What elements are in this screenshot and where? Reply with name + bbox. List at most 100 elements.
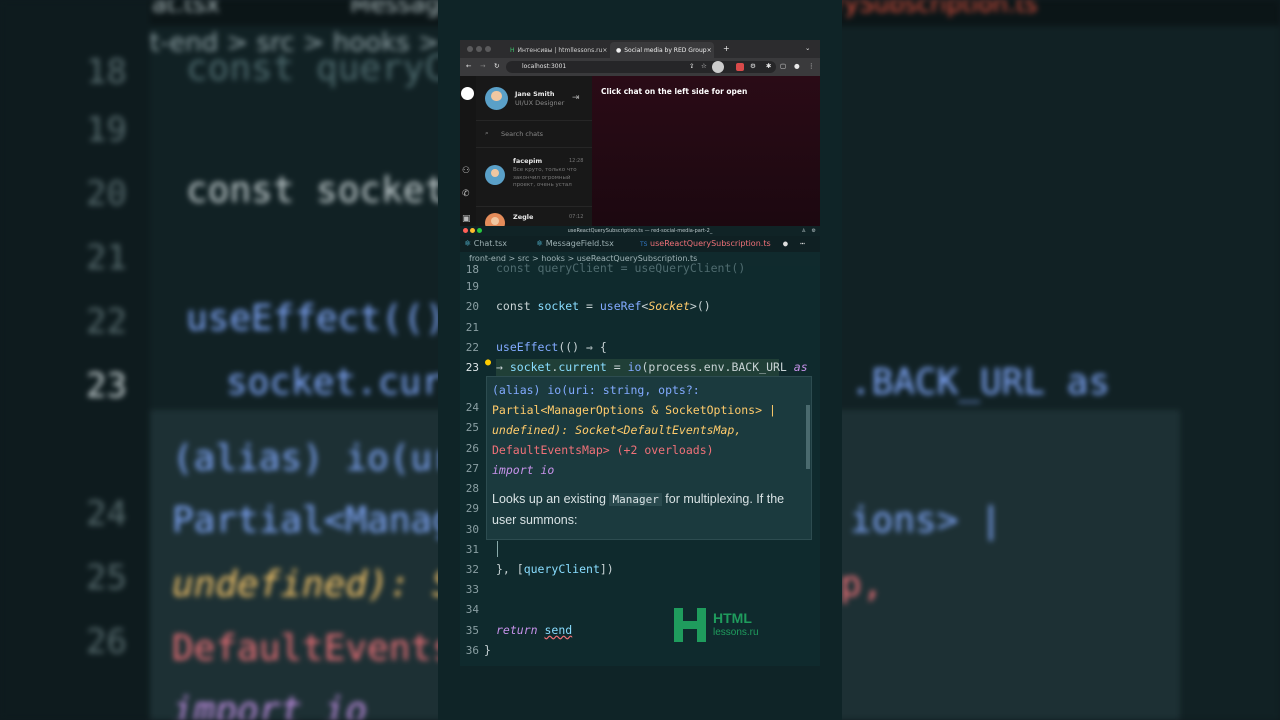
tab-usereactquerysubscription-ts[interactable]: TS useReactQuerySubscription.ts	[640, 236, 771, 252]
window-zoom-dot[interactable]	[485, 46, 491, 52]
bg-code-line: useEffect(()	[186, 298, 447, 339]
line-number: 22	[465, 341, 479, 354]
bg-line-number: 19	[86, 110, 127, 150]
code-line: const queryClient = useQueryClient()	[496, 261, 746, 275]
window-zoom-dot[interactable]	[477, 228, 482, 233]
chevron-down-icon[interactable]: ⌄	[805, 44, 810, 52]
bg-code-line: (alias) io(uri	[172, 438, 476, 479]
line-number: 32	[465, 563, 479, 576]
reload-icon[interactable]: ↻	[494, 62, 499, 70]
code-line: }, [queryClient])	[496, 562, 614, 576]
phone-icon[interactable]: ✆	[462, 189, 470, 199]
doc-code: Manager	[609, 493, 662, 506]
browser-tab-active[interactable]: ● Social media by RED Group ×	[610, 42, 714, 58]
share-icon[interactable]: ⇪	[689, 62, 694, 70]
text-cursor	[497, 541, 498, 557]
browser-tab[interactable]: H Интенсивы | htmllessons.ru ×	[504, 42, 608, 58]
bg-line-number: 20	[86, 174, 127, 214]
bg-code-line: DefaultEventsM	[172, 628, 476, 669]
htmllessons-watermark: HTML lessons.ru	[674, 608, 774, 644]
browser-tab-bar: H Интенсивы | htmllessons.ru × ● Social …	[460, 40, 820, 58]
more-menu-icon[interactable]: ⋮	[808, 62, 815, 70]
tab-label: Chat.tsx	[473, 239, 507, 248]
chat-icon[interactable]: ▣	[462, 214, 471, 224]
hover-signature-line: (alias) io(uri: string, opts?:	[492, 383, 700, 397]
extension-icon[interactable]: ⚙	[750, 62, 756, 70]
chat-time: 07:12	[569, 214, 584, 220]
chat-name: Zegle	[513, 213, 534, 221]
window-minimize-dot[interactable]	[476, 46, 482, 52]
hover-scrollbar[interactable]	[806, 405, 810, 469]
user-name: Jane Smith	[515, 90, 555, 98]
star-icon[interactable]: ☆	[701, 62, 707, 70]
back-arrow-icon[interactable]: ←	[466, 62, 471, 70]
chat-preview: Все круто, только что закончил огромный …	[513, 167, 577, 188]
search-chats-field[interactable]: ⌕ Search chats	[476, 120, 592, 148]
empty-chat-message: Click chat on the left side for open	[601, 87, 748, 96]
avatar[interactable]	[485, 87, 508, 110]
tab-messagefield-tsx[interactable]: ⚛ MessageField.tsx	[536, 236, 614, 252]
browser-tab-label: Social media by RED Group	[624, 46, 707, 54]
hover-tooltip: (alias) io(uri: string, opts?: Partial<M…	[486, 376, 812, 540]
window-close-dot[interactable]	[467, 46, 473, 52]
unsaved-dot-icon: ●	[783, 239, 788, 248]
browser-window: H Интенсивы | htmllessons.ru × ● Social …	[460, 40, 820, 226]
more-actions-icon[interactable]: ⋯	[800, 236, 805, 252]
new-tab-button[interactable]: +	[723, 44, 730, 53]
htmllessons-logo-icon	[674, 608, 708, 642]
line-number: 26	[465, 442, 479, 455]
close-tab-icon[interactable]: ×	[707, 47, 712, 54]
line-number: 20	[465, 300, 479, 313]
react-icon: ⚛	[464, 239, 472, 248]
bg-tab-3: erySubscription.ts	[820, 0, 1038, 18]
bg-code-line: Partial<Manage	[172, 500, 476, 541]
editor-title-bar: useReactQuerySubscription.ts — red-socia…	[460, 226, 820, 236]
tab-label: MessageField.tsx	[545, 239, 614, 248]
line-number: 23	[465, 361, 479, 374]
line-number: 25	[465, 421, 479, 434]
extension-icon[interactable]	[736, 63, 744, 71]
bg-code-line: socket.curr	[226, 362, 465, 403]
list-item[interactable]: Zegle 07:12	[476, 208, 592, 226]
forward-arrow-icon[interactable]: →	[480, 62, 485, 70]
list-item[interactable]: facepim 12:28 Все круто, только что зако…	[476, 152, 592, 207]
window-minimize-dot[interactable]	[470, 228, 475, 233]
window-close-dot[interactable]	[463, 228, 468, 233]
bg-code-line: import io	[172, 690, 368, 720]
hover-signature-line: Partial<ManagerOptions & SocketOptions> …	[492, 403, 776, 417]
people-icon[interactable]: ⚇	[462, 166, 470, 176]
editor-tabs: ⚛ Chat.tsx ⚛ MessageField.tsx TS useReac…	[460, 236, 820, 252]
gear-icon[interactable]: ⚙	[812, 226, 816, 236]
nav-rail: ⚇ ✆ ▣	[460, 76, 476, 226]
bg-line-number: 26	[86, 622, 127, 662]
tab-label: useReactQuerySubscription.ts	[650, 239, 771, 248]
browser-tab-label: Интенсивы | htmllessons.ru	[517, 46, 603, 54]
account-icon[interactable]: ●	[794, 62, 800, 70]
search-input[interactable]: Search chats	[501, 130, 543, 138]
tab-chat-tsx[interactable]: ⚛ Chat.tsx	[464, 236, 507, 252]
avatar	[485, 165, 505, 185]
chat-name: facepim	[513, 157, 543, 165]
line-number: 18	[465, 263, 479, 276]
bg-line-number: 22	[86, 302, 127, 342]
typescript-icon: TS	[640, 241, 648, 248]
line-number: 33	[465, 583, 479, 596]
puzzle-icon[interactable]: ✱	[766, 62, 771, 70]
profile-extension-icon[interactable]	[712, 61, 724, 73]
code-line[interactable]: → socket.current = io(process.env.BACK_U…	[496, 360, 808, 374]
logout-icon[interactable]: ⇥	[572, 93, 580, 103]
search-icon: ⌕	[485, 129, 489, 137]
bg-code-line: .BACK_URL as	[850, 362, 1111, 403]
code-line: useEffect(() ⇒ {	[496, 340, 607, 354]
avatar	[485, 213, 505, 226]
close-tab-icon[interactable]: ×	[602, 47, 607, 54]
bg-line-number: 25	[86, 558, 127, 598]
account-icon[interactable]: ♙	[802, 226, 806, 236]
url-text: localhost:3001	[522, 63, 567, 70]
sidebar-icon[interactable]: ▢	[780, 62, 786, 70]
lightbulb-icon[interactable]: ●	[485, 357, 491, 368]
code-editor: useReactQuerySubscription.ts — red-socia…	[460, 226, 820, 666]
chat-main-area: Click chat on the left side for open	[592, 76, 820, 226]
bg-code-line: ions> |	[850, 500, 1002, 541]
user-role: UI/UX Designer	[515, 99, 565, 107]
